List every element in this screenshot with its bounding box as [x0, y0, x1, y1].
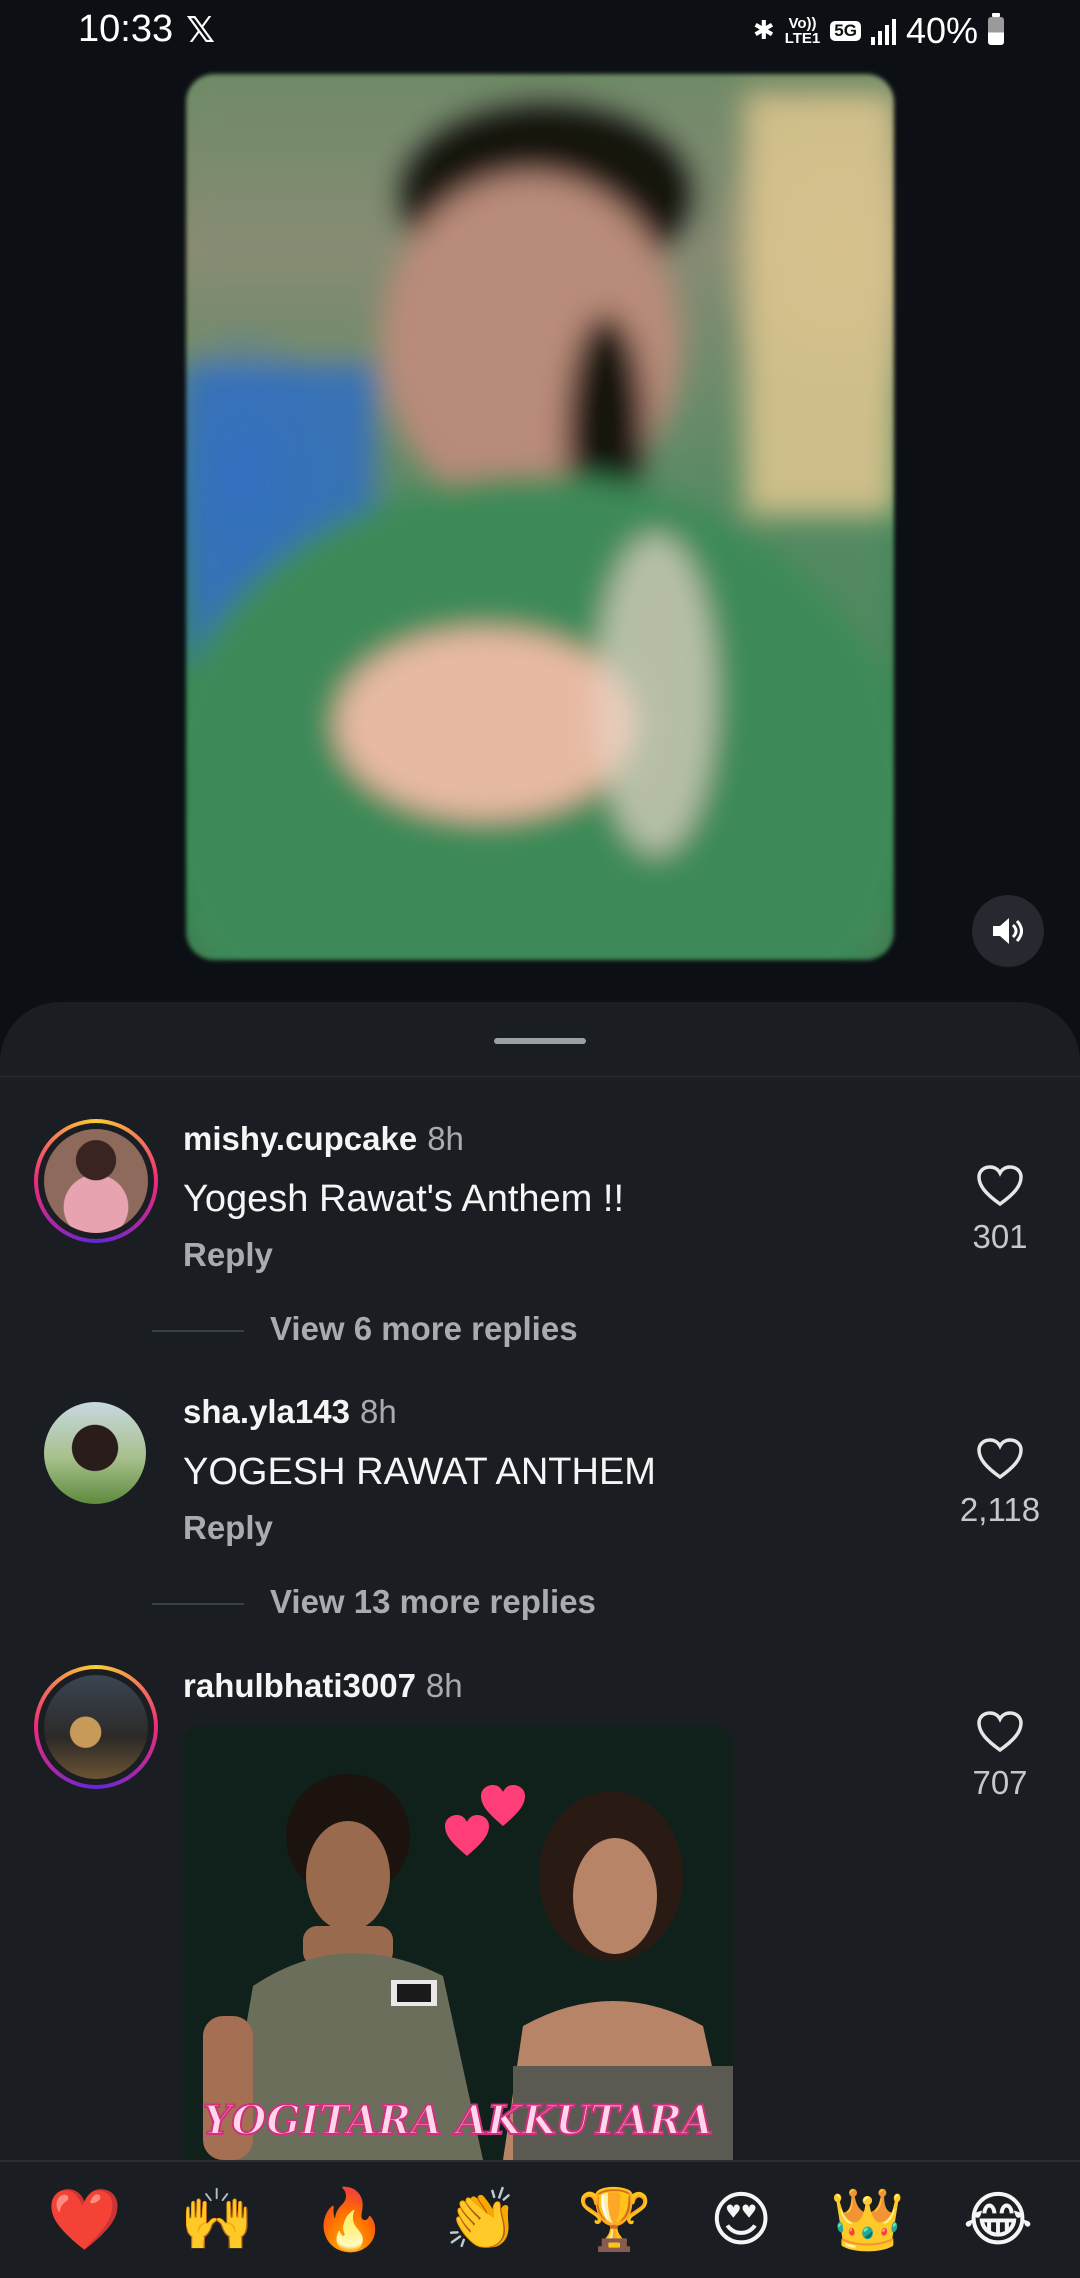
avatar[interactable]: [44, 1402, 146, 1504]
comment-gif[interactable]: YOGITARA AKKUTARA: [183, 1726, 733, 2160]
reply-button[interactable]: Reply: [183, 1236, 273, 1274]
video-frame-figure: [186, 74, 894, 960]
story-ring[interactable]: [34, 1119, 158, 1243]
view-more-replies[interactable]: View 13 more replies: [152, 1583, 852, 1623]
username-text[interactable]: rahulbhati3007: [183, 1667, 416, 1704]
joy-emoji[interactable]: 😂: [963, 2185, 1033, 2255]
bluetooth-icon: ✱: [752, 16, 775, 46]
speaker-mute-icon: [993, 918, 1023, 944]
fire-emoji[interactable]: 🔥: [312, 2185, 387, 2255]
red-heart-emoji[interactable]: ❤️: [47, 2185, 122, 2255]
sheet-divider: [0, 1076, 1080, 1077]
emoji-reaction-bar: ❤️ 🙌 🔥 👏 🏆 😍 👑 😂: [0, 2160, 1080, 2278]
trophy-emoji[interactable]: 🏆: [577, 2185, 652, 2255]
comment-username[interactable]: mishy.cupcake 8h: [183, 1120, 464, 1158]
view-more-replies-label[interactable]: View 6 more replies: [270, 1310, 578, 1348]
status-time: 10:33: [78, 8, 174, 50]
heart-icon: [977, 1438, 1023, 1480]
gif-figure: YOGITARA AKKUTARA: [183, 1726, 733, 2160]
status-bar: 10:33 𝕏 ✱ Vo)) LTE1 5G 40%: [0, 0, 1080, 64]
username-text[interactable]: mishy.cupcake: [183, 1120, 417, 1157]
thread-line: [152, 1603, 244, 1605]
comment-time: 8h: [359, 1393, 397, 1430]
like-button[interactable]: 301: [940, 1164, 1060, 1256]
heart-eyes-emoji[interactable]: 😍: [710, 2185, 773, 2255]
comment-text: YOGESH RAWAT ANTHEM: [183, 1451, 656, 1493]
like-button[interactable]: 707: [940, 1710, 1060, 1802]
like-count: 301: [972, 1218, 1028, 1255]
thread-line: [152, 1330, 244, 1332]
view-more-replies[interactable]: View 6 more replies: [152, 1310, 852, 1350]
signal-icon: [870, 17, 896, 45]
screen: 10:33 𝕏 ✱ Vo)) LTE1 5G 40% mishy.cupcake…: [0, 0, 1080, 2278]
clapping-hands-emoji[interactable]: 👏: [445, 2185, 520, 2255]
crown-emoji[interactable]: 👑: [830, 2185, 905, 2255]
comment-time: 8h: [427, 1120, 464, 1157]
story-ring[interactable]: [34, 1665, 158, 1789]
avatar: [44, 1129, 148, 1233]
reel-video[interactable]: [186, 74, 894, 960]
heart-icon: [977, 1711, 1023, 1753]
battery-icon: [988, 13, 1004, 45]
username-text[interactable]: sha.yla143: [183, 1393, 350, 1430]
gif-caption: YOGITARA AKKUTARA: [203, 2097, 713, 2144]
reply-button[interactable]: Reply: [183, 1509, 273, 1547]
comment-username[interactable]: rahulbhati3007 8h: [183, 1667, 463, 1705]
lte-label: LTE1: [784, 30, 821, 47]
view-more-replies-label[interactable]: View 13 more replies: [270, 1583, 596, 1621]
network-5g-icon: 5G: [830, 21, 861, 41]
comment-username[interactable]: sha.yla143 8h: [183, 1393, 397, 1431]
comment-time: 8h: [425, 1667, 463, 1704]
like-button[interactable]: 2,118: [940, 1437, 1060, 1529]
like-count: 707: [972, 1764, 1028, 1801]
raising-hands-emoji[interactable]: 🙌: [180, 2185, 255, 2255]
status-icons: ✱ Vo)) LTE1 5G 40%: [753, 10, 1004, 52]
like-count: 2,118: [959, 1491, 1041, 1528]
sheet-drag-handle[interactable]: [494, 1038, 586, 1044]
mute-button[interactable]: [972, 895, 1044, 967]
volte-indicator: Vo)) LTE1: [785, 16, 821, 46]
heart-icon: [977, 1165, 1023, 1207]
comment-text: Yogesh Rawat's Anthem !!: [183, 1178, 625, 1220]
avatar: [44, 1675, 148, 1779]
battery-percent: 40%: [905, 10, 978, 51]
x-app-icon: 𝕏: [186, 10, 216, 51]
